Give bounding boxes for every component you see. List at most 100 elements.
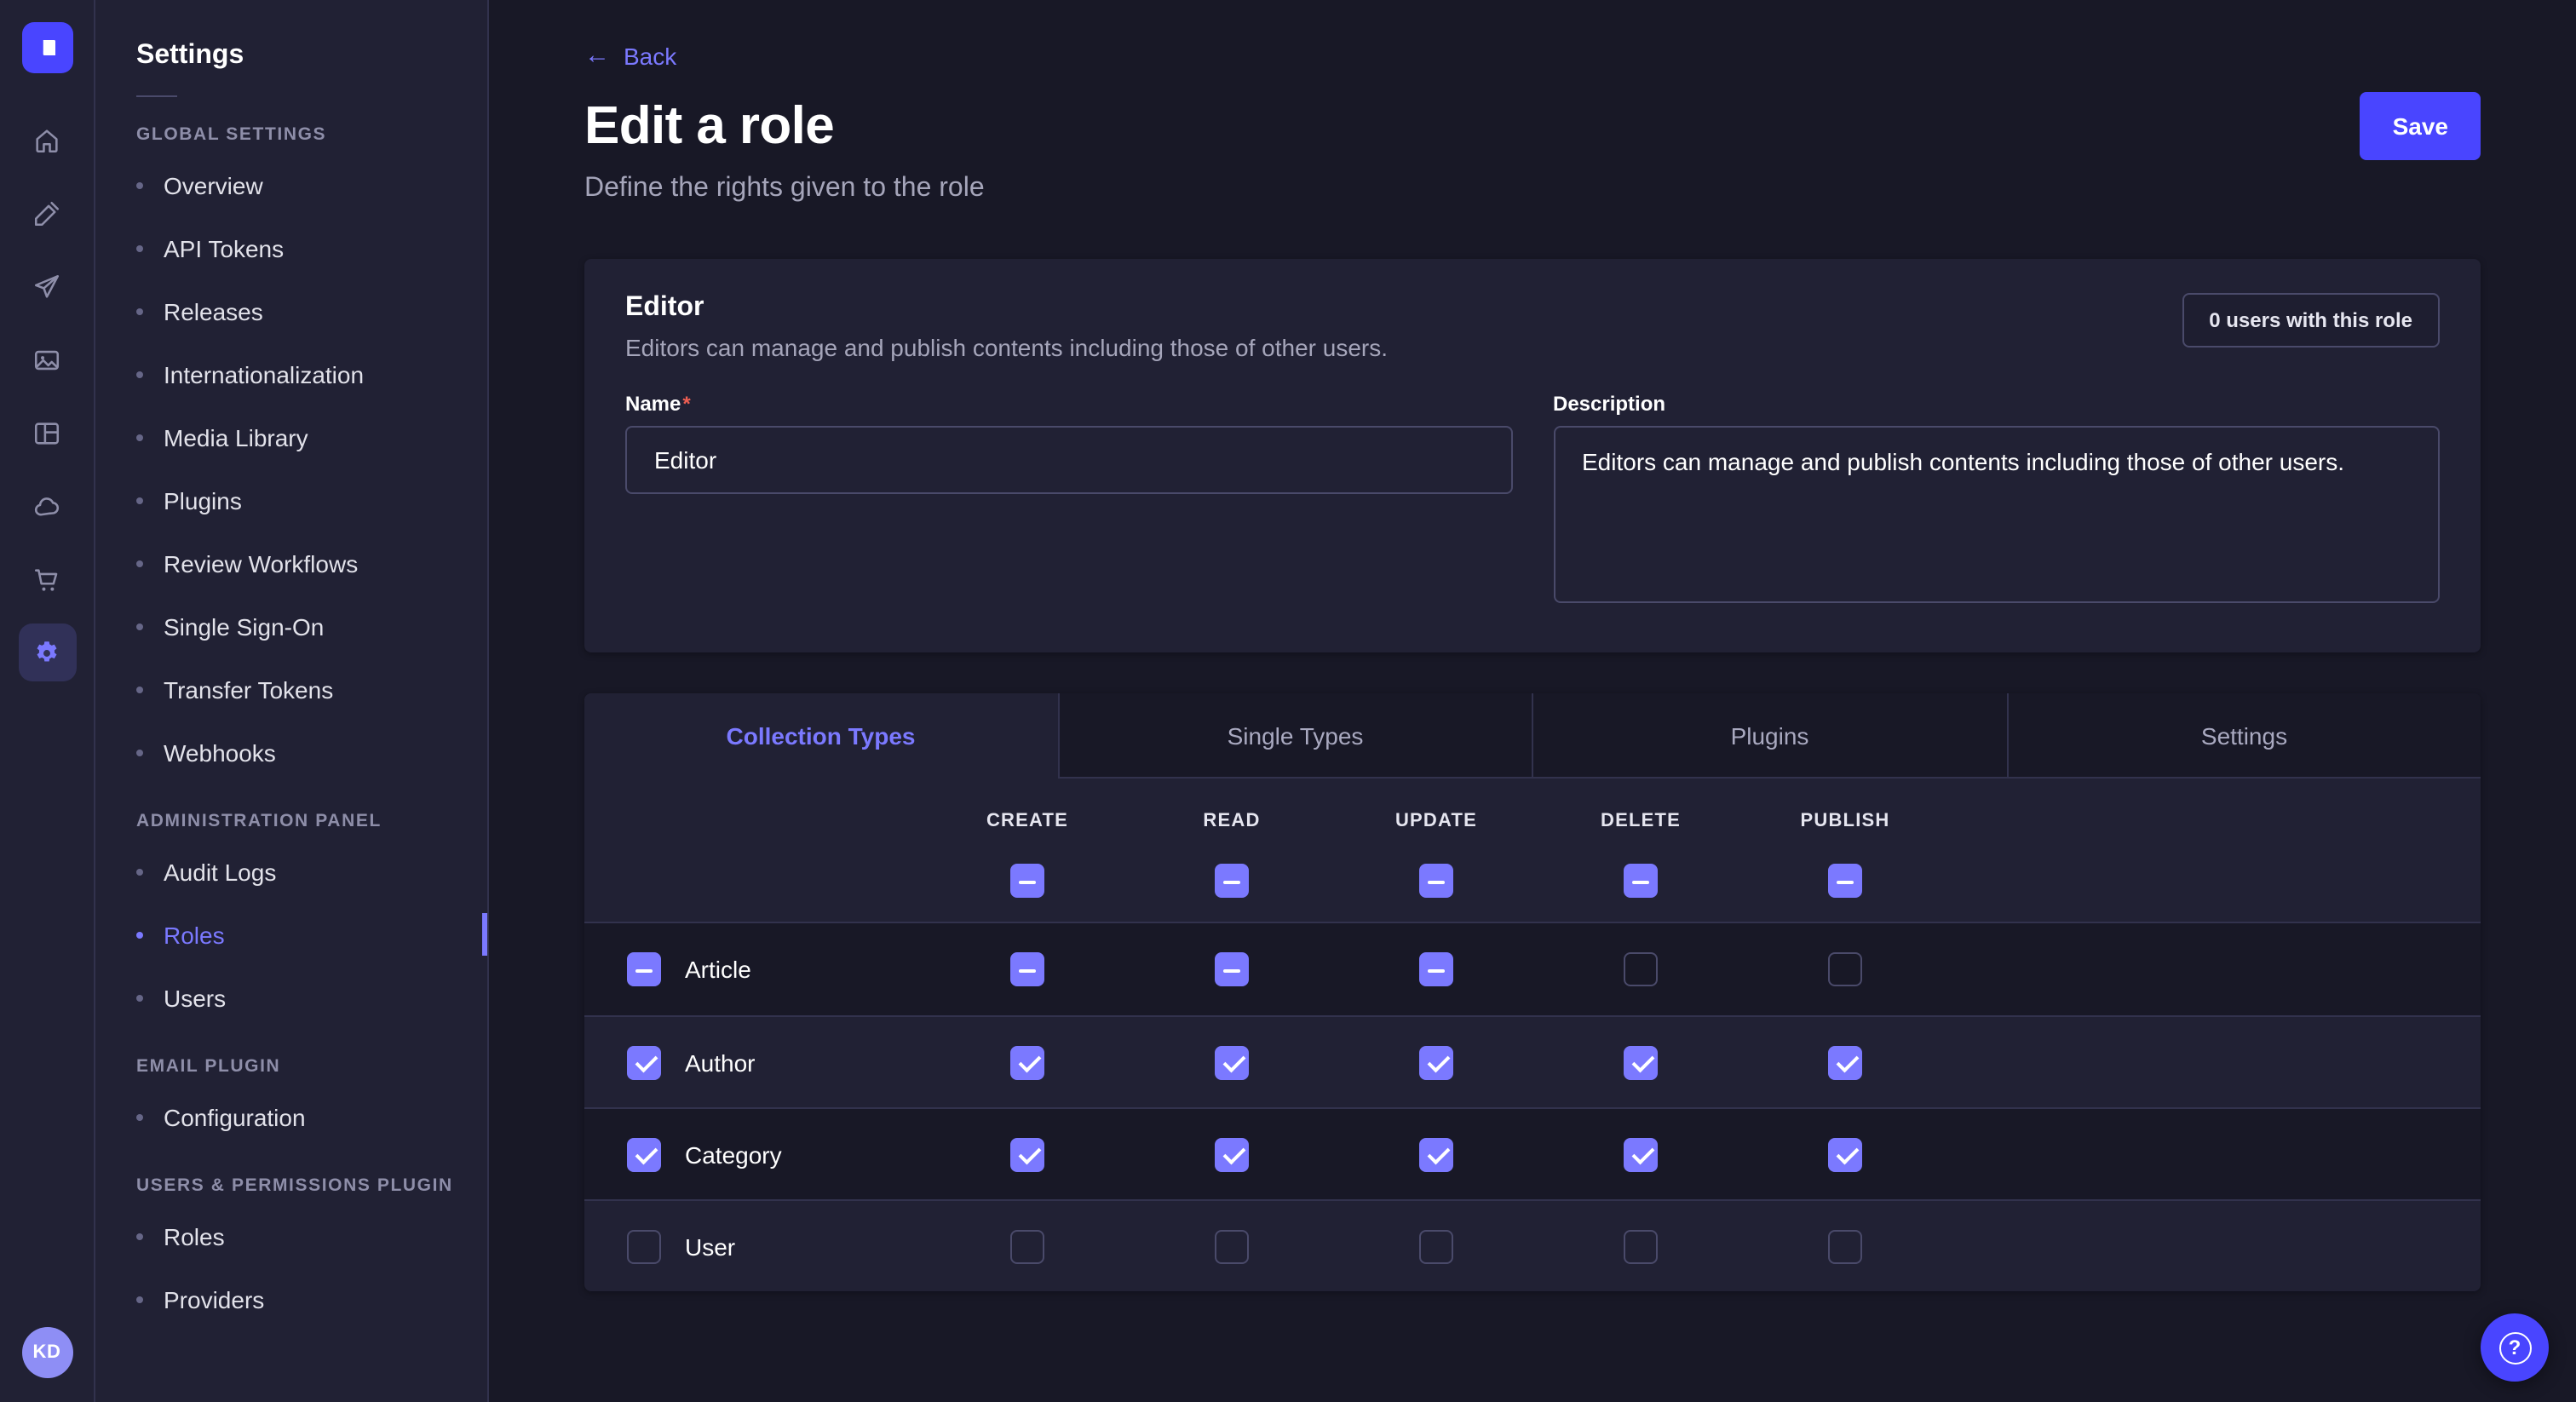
sidebar-item-label: Webhooks [164, 738, 276, 766]
sidebar-item-single-sign-on[interactable]: Single Sign-On [136, 595, 487, 658]
sidebar-item-label: Internationalization [164, 360, 364, 388]
sidebar-item-label: Audit Logs [164, 858, 276, 885]
content-manager-icon[interactable] [18, 184, 76, 242]
bullet-icon [136, 868, 143, 875]
back-link[interactable]: ← Back [584, 42, 676, 69]
select-all-create-checkbox[interactable] [1010, 864, 1044, 898]
permission-checkbox[interactable] [1828, 1137, 1862, 1171]
save-button[interactable]: Save [2360, 92, 2481, 160]
settings-gear-icon[interactable] [18, 623, 76, 681]
bullet-icon [136, 686, 143, 692]
column-header-create: CREATE [925, 811, 1130, 831]
row-checkbox[interactable] [627, 1229, 661, 1263]
select-all-delete-checkbox[interactable] [1624, 864, 1658, 898]
role-fields: Name* Description Editors can manage and… [625, 392, 2440, 612]
permission-checkbox[interactable] [1419, 1229, 1453, 1263]
sidebar-item-review-workflows[interactable]: Review Workflows [136, 531, 487, 595]
home-icon[interactable] [18, 111, 76, 169]
column-labels-row: CREATE READ UPDATE DELETE PUBLISH [584, 802, 2481, 840]
permission-checkbox[interactable] [1419, 1137, 1453, 1171]
row-label: Category [685, 1141, 782, 1168]
permission-checkbox[interactable] [1828, 1045, 1862, 1079]
sidebar-item-up-roles[interactable]: Roles [136, 1204, 487, 1267]
permission-checkbox[interactable] [1624, 1045, 1658, 1079]
permission-checkbox[interactable] [1215, 1045, 1249, 1079]
user-avatar[interactable]: KD [21, 1327, 72, 1378]
permission-checkbox[interactable] [1828, 952, 1862, 986]
sidebar-item-releases[interactable]: Releases [136, 279, 487, 342]
permission-checkbox[interactable] [1010, 1137, 1044, 1171]
nav-rail: KD [0, 0, 95, 1402]
sidebar-item-label: API Tokens [164, 234, 284, 261]
select-all-read-checkbox[interactable] [1215, 864, 1249, 898]
sidebar-item-webhooks[interactable]: Webhooks [136, 721, 487, 784]
help-button[interactable]: ? [2481, 1313, 2549, 1382]
role-description-textarea[interactable]: Editors can manage and publish contents … [1553, 426, 2440, 603]
sidebar-item-label: Users [164, 984, 226, 1011]
sidebar-item-providers[interactable]: Providers [136, 1267, 487, 1330]
row-checkbox[interactable] [627, 952, 661, 986]
name-field-label: Name* [625, 392, 1512, 416]
sidebar-item-overview[interactable]: Overview [136, 153, 487, 216]
permission-checkbox[interactable] [1215, 1229, 1249, 1263]
row-checkbox[interactable] [627, 1137, 661, 1171]
permission-row-category: Category [584, 1107, 2481, 1199]
sidebar-item-label: Releases [164, 297, 263, 325]
sidebar-item-plugins[interactable]: Plugins [136, 468, 487, 531]
permission-checkbox[interactable] [1215, 1137, 1249, 1171]
permission-checkbox[interactable] [1010, 952, 1044, 986]
sidebar-item-label: Transfer Tokens [164, 675, 333, 703]
back-label: Back [624, 42, 676, 69]
permission-checkbox[interactable] [1828, 1229, 1862, 1263]
sidebar-item-label: Review Workflows [164, 549, 358, 577]
bullet-icon [136, 623, 143, 629]
row-label: Author [685, 1049, 756, 1076]
sidebar-item-label: Providers [164, 1285, 264, 1313]
permission-checkbox[interactable] [1010, 1229, 1044, 1263]
tab-collection-types[interactable]: Collection Types [584, 693, 1057, 779]
permission-checkbox[interactable] [1419, 952, 1453, 986]
section-users-permissions-plugin: USERS & PERMISSIONS PLUGIN [136, 1175, 487, 1196]
select-all-row [584, 840, 2481, 922]
sidebar-item-roles[interactable]: Roles [136, 903, 487, 966]
sidebar-item-internationalization[interactable]: Internationalization [136, 342, 487, 405]
page-title: Edit a role [584, 95, 834, 157]
settings-sidebar: Settings GLOBAL SETTINGS Overview API To… [95, 0, 489, 1402]
role-name-input[interactable] [625, 426, 1512, 494]
sidebar-item-api-tokens[interactable]: API Tokens [136, 216, 487, 279]
sidebar-item-transfer-tokens[interactable]: Transfer Tokens [136, 658, 487, 721]
permission-checkbox[interactable] [1624, 1229, 1658, 1263]
sidebar-item-media-library[interactable]: Media Library [136, 405, 487, 468]
role-details-card: Editor Editors can manage and publish co… [584, 259, 2481, 652]
tab-single-types[interactable]: Single Types [1057, 693, 1532, 779]
sidebar-item-audit-logs[interactable]: Audit Logs [136, 840, 487, 903]
permission-checkbox[interactable] [1624, 952, 1658, 986]
sidebar-item-users[interactable]: Users [136, 966, 487, 1029]
permission-checkbox[interactable] [1419, 1045, 1453, 1079]
permission-checkbox[interactable] [1010, 1045, 1044, 1079]
bullet-icon [136, 434, 143, 440]
permission-checkbox[interactable] [1215, 952, 1249, 986]
tab-settings[interactable]: Settings [2006, 693, 2481, 779]
users-count-badge: 0 users with this role [2182, 293, 2440, 348]
permission-checkbox[interactable] [1624, 1137, 1658, 1171]
media-library-icon[interactable] [18, 330, 76, 388]
bullet-icon [136, 244, 143, 251]
marketplace-cart-icon[interactable] [18, 550, 76, 608]
select-all-update-checkbox[interactable] [1419, 864, 1453, 898]
sidebar-item-label: Media Library [164, 423, 308, 451]
row-checkbox[interactable] [627, 1045, 661, 1079]
section-email-plugin: EMAIL PLUGIN [136, 1056, 487, 1077]
sidebar-item-configuration[interactable]: Configuration [136, 1085, 487, 1148]
bullet-icon [136, 497, 143, 503]
content-type-builder-icon[interactable] [18, 404, 76, 462]
page-header: Edit a role Save [584, 92, 2481, 160]
column-header-read: READ [1130, 811, 1334, 831]
transfer-plane-icon[interactable] [18, 257, 76, 315]
sidebar-item-label: Roles [164, 1222, 225, 1250]
role-details-header: Editor Editors can manage and publish co… [625, 293, 2440, 361]
tab-plugins[interactable]: Plugins [1532, 693, 2006, 779]
cloud-icon[interactable] [18, 477, 76, 535]
select-all-publish-checkbox[interactable] [1828, 864, 1862, 898]
strapi-logo-icon[interactable] [21, 22, 72, 73]
